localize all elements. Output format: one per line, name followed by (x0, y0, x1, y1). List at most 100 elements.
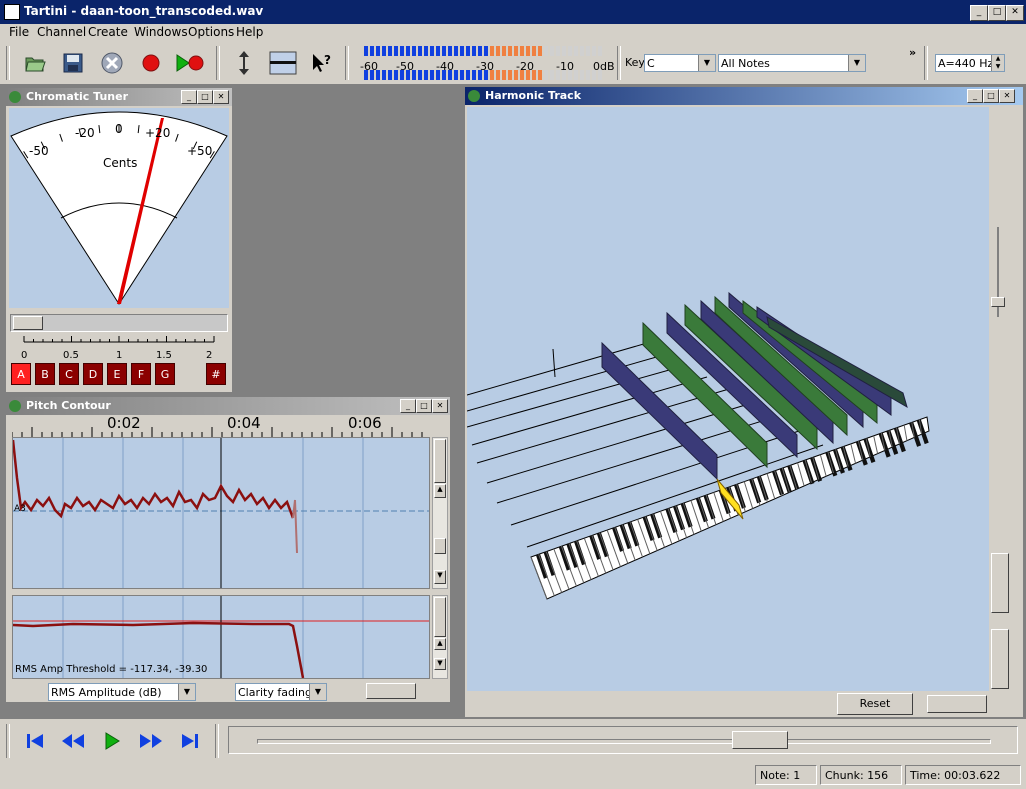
close-window-button[interactable]: ✕ (1006, 5, 1024, 21)
toolbar-separator (216, 46, 220, 80)
maximize-button[interactable]: □ (416, 399, 432, 413)
amplitude-graph[interactable]: RMS Amp Threshold = -117.34, -39.30 (12, 595, 430, 679)
scroll-thumb[interactable] (434, 538, 446, 554)
reset-button[interactable]: Reset (837, 693, 913, 715)
scale-select-value: All Notes (721, 57, 770, 70)
maximize-button[interactable]: □ (197, 90, 213, 104)
scroll-up-arrow[interactable]: ▲ (434, 484, 446, 498)
whats-this-icon[interactable]: ? (307, 48, 337, 78)
zoom-handle[interactable] (434, 597, 446, 637)
meter-label: -60 (360, 60, 378, 73)
note-button-f[interactable]: F (131, 363, 151, 385)
open-icon[interactable] (20, 48, 50, 78)
amplitude-mode-value: RMS Amplitude (dB) (51, 686, 162, 699)
note-axis-label: A3 (14, 504, 26, 514)
toolbar: ? -60 -50 -40 -30 -20 -10 0dB Key C ▼ Al… (0, 42, 1026, 85)
meter-label: -10 (556, 60, 574, 73)
save-icon[interactable] (58, 48, 88, 78)
note-button-sharp[interactable]: # (206, 363, 226, 385)
harmonic-3d-scene (466, 291, 930, 600)
toolbar-separator (215, 724, 219, 758)
key-select[interactable]: C ▼ (644, 54, 716, 72)
menu-help[interactable]: Help (233, 25, 266, 39)
note-button-a[interactable]: A (11, 363, 31, 385)
tuning-spinbox[interactable]: A=440 Hz ▲ ▼ (935, 54, 1005, 72)
scroll-down-arrow[interactable]: ▼ (434, 570, 446, 584)
harmonic-vscroll[interactable] (991, 107, 1009, 691)
note-button-d[interactable]: D (83, 363, 103, 385)
fade-mode-select[interactable]: Clarity fading ▼ (235, 683, 327, 701)
tuner-gauge (10, 111, 228, 305)
chevron-down-icon: ▼ (178, 684, 195, 700)
time-ruler: 0:02 0:04 0:06 (11, 414, 430, 437)
time-label: 0:04 (227, 414, 261, 432)
rotate-wheel[interactable] (927, 695, 987, 713)
fast-forward-icon[interactable] (136, 726, 166, 756)
close-file-icon[interactable] (97, 48, 127, 78)
harmonic-3d-view[interactable] (466, 107, 989, 691)
note-button-c[interactable]: C (59, 363, 79, 385)
status-chunk: Chunk: 156 (820, 765, 902, 785)
pitch-graph[interactable]: A3 (11, 437, 430, 589)
harmonic-track-title: Harmonic Track (485, 89, 582, 102)
threshold-text: RMS Amp Threshold = -117.34, -39.30 (15, 664, 208, 675)
transport-bar (0, 720, 1026, 762)
menu-channel[interactable]: Channel (34, 25, 89, 39)
amplitude-vscroll[interactable]: ▲ ▼ (432, 595, 448, 679)
position-slider[interactable] (228, 726, 1018, 754)
harmonic-track-titlebar: Harmonic Track _ □ ✕ (465, 87, 1023, 105)
close-button[interactable]: ✕ (213, 90, 229, 104)
minimize-button[interactable]: _ (181, 90, 197, 104)
chevron-down-icon: ▼ (309, 684, 326, 700)
qt-icon (9, 91, 21, 103)
tuning-value: A=440 Hz (938, 57, 994, 70)
play-record-icon[interactable] (175, 48, 205, 78)
maximize-button[interactable]: □ (988, 5, 1006, 21)
scale-label: +50 (187, 144, 213, 158)
position-slider-handle[interactable] (732, 731, 788, 749)
skip-start-icon[interactable] (20, 726, 50, 756)
tuner-slider-track[interactable] (10, 314, 228, 332)
zoom-handle[interactable] (434, 439, 446, 483)
fade-mode-value: Clarity fading (238, 686, 312, 699)
chevron-down-icon: ▼ (698, 55, 715, 71)
scale-label: -20 (75, 126, 95, 140)
amplitude-mode-select[interactable]: RMS Amplitude (dB) ▼ (48, 683, 196, 701)
meter-label: -20 (516, 60, 534, 73)
record-icon[interactable] (136, 48, 166, 78)
slider-tick-label: 0 (21, 350, 28, 361)
scale-label: 0 (115, 122, 123, 136)
status-note: Note: 1 (755, 765, 817, 785)
minimize-button[interactable]: _ (400, 399, 416, 413)
skip-end-icon[interactable] (175, 726, 205, 756)
zoom-wheel[interactable] (991, 553, 1009, 613)
scroll-down-arrow[interactable]: ▼ (434, 658, 446, 670)
horizontal-zoom-wheel[interactable] (366, 683, 416, 699)
menu-create[interactable]: Create (85, 25, 131, 39)
close-button[interactable]: ✕ (432, 399, 448, 413)
close-button[interactable]: ✕ (999, 89, 1015, 103)
menu-windows[interactable]: Windows (131, 25, 191, 39)
scroll-up-arrow[interactable]: ▲ (434, 638, 446, 650)
note-button-g[interactable]: G (155, 363, 175, 385)
rewind-icon[interactable] (58, 726, 88, 756)
tuner-slider-ticks (23, 336, 215, 343)
zoom-wheel[interactable] (991, 629, 1009, 689)
play-icon[interactable] (97, 726, 127, 756)
maximize-button[interactable]: □ (983, 89, 999, 103)
minimize-button[interactable]: _ (970, 5, 988, 21)
toolbar-overflow-button[interactable]: » (909, 46, 916, 59)
note-button-b[interactable]: B (35, 363, 55, 385)
tuner-slider-handle[interactable] (13, 316, 43, 330)
slider-tick-label: 1 (116, 350, 123, 361)
minimize-button[interactable]: _ (967, 89, 983, 103)
shading-icon[interactable] (268, 48, 298, 78)
note-button-e[interactable]: E (107, 363, 127, 385)
pitch-vscroll[interactable]: ▲ ▼ (432, 437, 448, 589)
pitch-contour-window: Pitch Contour _ □ ✕ 0:02 0:04 0:06 A3 ▲ … (5, 396, 451, 703)
scale-select[interactable]: All Notes ▼ (718, 54, 866, 72)
slider-handle[interactable] (991, 297, 1005, 307)
menu-options[interactable]: Options (185, 25, 237, 39)
menu-file[interactable]: File (6, 25, 32, 39)
auto-follow-icon[interactable] (229, 48, 259, 78)
